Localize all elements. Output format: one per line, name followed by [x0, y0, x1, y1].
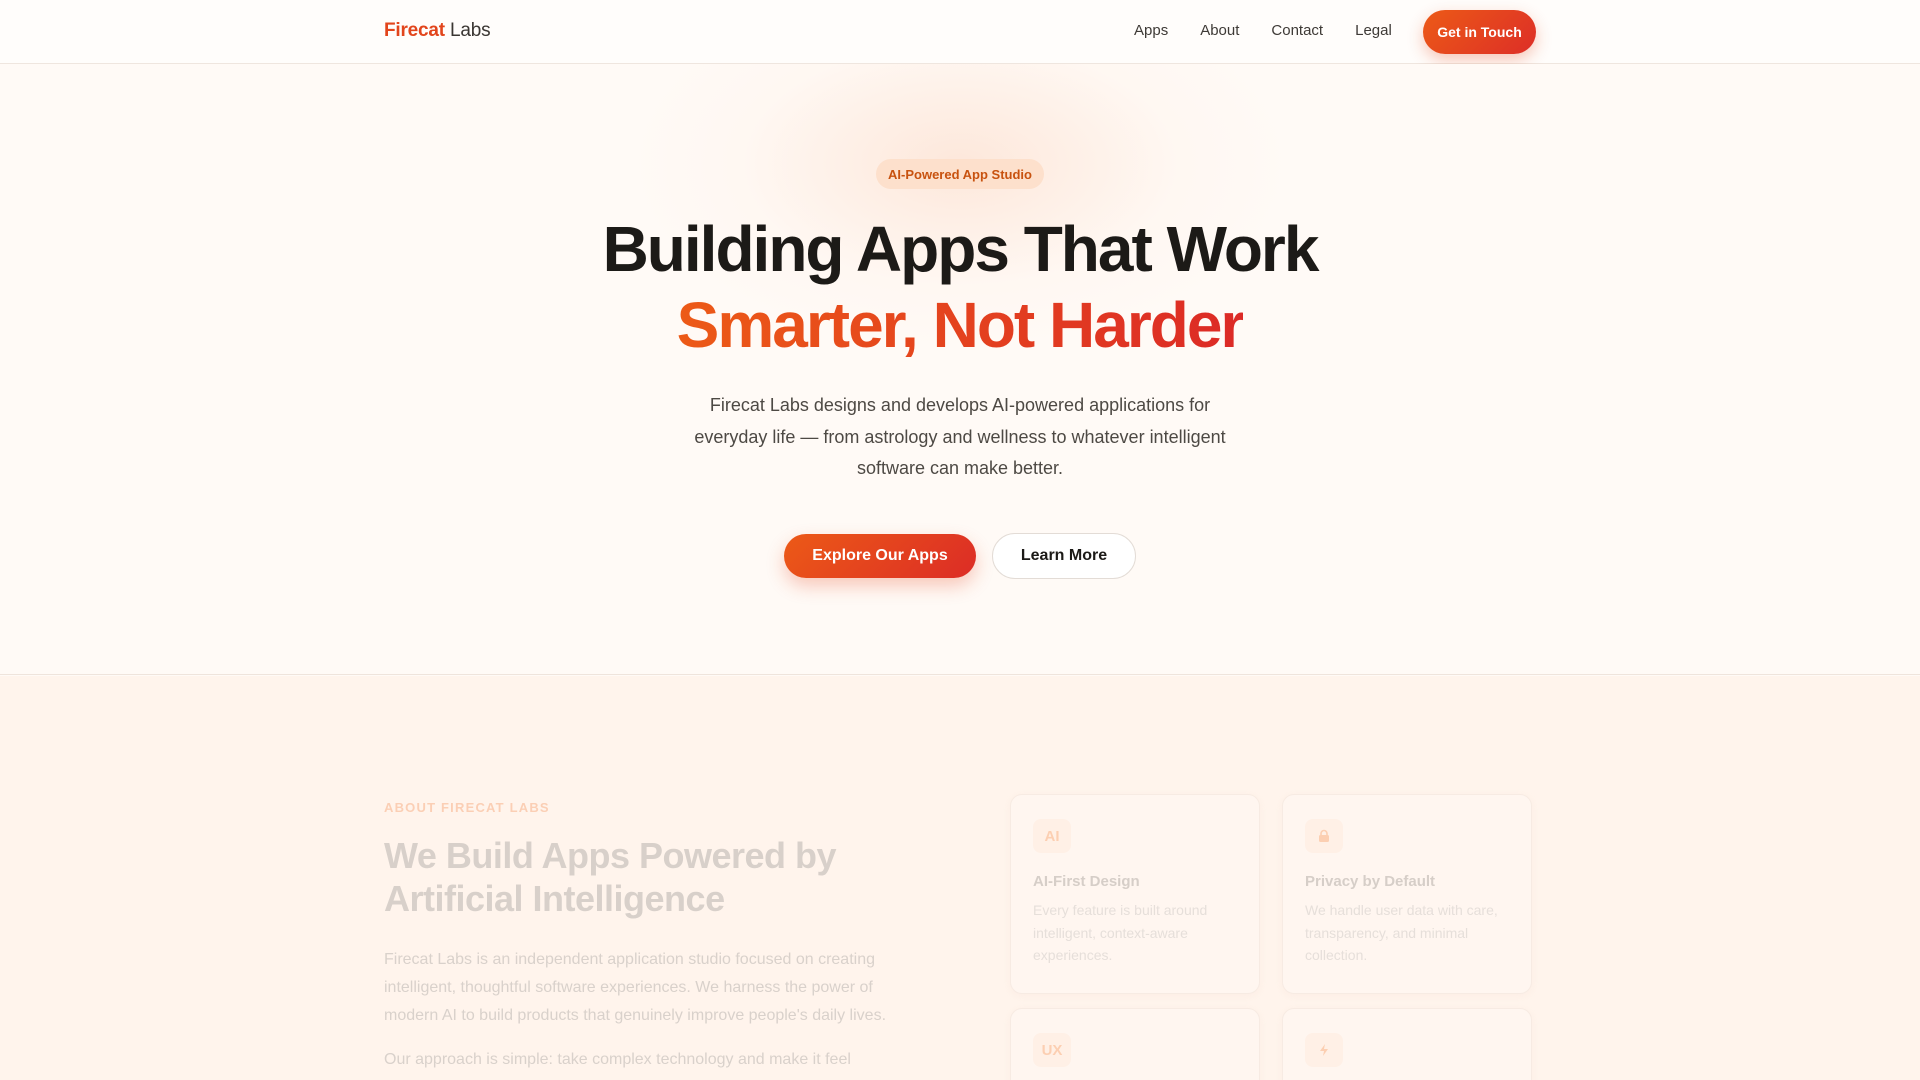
top-navigation: Firecat Labs Apps About Contact Legal Ge…: [0, 0, 1920, 64]
ux-icon: UX: [1033, 1033, 1071, 1067]
about-paragraph-1: Firecat Labs is an independent applicati…: [384, 951, 887, 1024]
hero-title-highlight: Smarter, Not Harder: [0, 288, 1920, 362]
hero-badge: AI-Powered App Studio: [876, 159, 1044, 189]
nav-link-apps[interactable]: Apps: [1134, 22, 1168, 39]
feature-card-title: AI-First Design: [1033, 873, 1140, 890]
ai-icon: AI: [1033, 819, 1071, 853]
nav-link-legal[interactable]: Legal: [1355, 22, 1392, 39]
nav-link-about[interactable]: About: [1200, 22, 1239, 39]
learn-more-button[interactable]: Learn More: [992, 533, 1136, 579]
about-section: ABOUT FIRECAT LABS We Build Apps Powered…: [0, 676, 1920, 1080]
about-paragraph-2: Our approach is simple: take complex tec…: [384, 1051, 851, 1068]
feature-card-speed: [1282, 1008, 1532, 1080]
nav-link-contact[interactable]: Contact: [1271, 22, 1323, 39]
hero-title: Building Apps That Work: [602, 213, 1320, 285]
about-title: We Build Apps Powered by Artificial Inte…: [384, 835, 837, 919]
feature-card-text: Every feature is built around intelligen…: [1033, 902, 1208, 963]
brand-logo[interactable]: Firecat Labs: [384, 20, 491, 42]
about-eyebrow: ABOUT FIRECAT LABS: [384, 800, 550, 815]
get-in-touch-button[interactable]: Get in Touch: [1423, 10, 1536, 54]
hero-section: AI-Powered App Studio Building Apps That…: [0, 64, 1920, 675]
hero-title-highlight-text: Smarter, Not Harder: [676, 289, 1246, 361]
feature-card-title: Privacy by Default: [1305, 873, 1436, 890]
bolt-icon: [1305, 1033, 1343, 1067]
explore-apps-button[interactable]: Explore Our Apps: [784, 534, 976, 578]
lock-icon: [1305, 819, 1343, 853]
hero-description: Firecat Labs designs and develops AI-pow…: [694, 395, 1226, 478]
brand-name-accent: Firecat: [384, 20, 445, 41]
feature-card-ai-first: AI AI-First Design Every feature is buil…: [1010, 794, 1260, 994]
nav-links: Apps About Contact Legal: [1134, 22, 1424, 39]
brand-name-rest: Labs: [444, 20, 491, 41]
feature-card-ux: UX: [1010, 1008, 1260, 1080]
feature-card-privacy: Privacy by Default We handle user data w…: [1282, 794, 1532, 994]
feature-card-text: We handle user data with care, transpare…: [1305, 902, 1498, 963]
